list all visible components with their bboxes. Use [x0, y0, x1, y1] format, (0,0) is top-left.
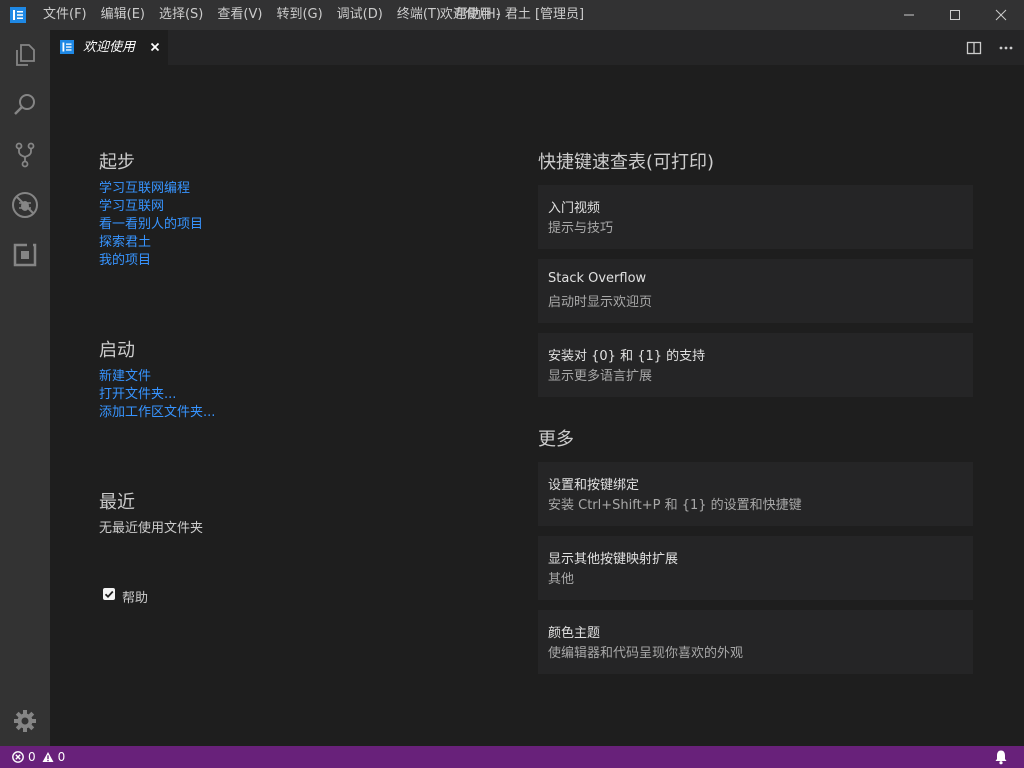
card-title: 安装对 {0} 和 {1} 的支持: [548, 349, 706, 364]
menu-selection[interactable]: 选择(S): [152, 0, 210, 30]
welcome-tab-icon: [60, 40, 74, 54]
error-count: 0: [28, 750, 36, 764]
warning-icon: [42, 752, 54, 762]
maximize-icon: [950, 10, 960, 20]
menu-edit[interactable]: 编辑(E): [94, 0, 152, 30]
menu-terminal[interactable]: 终端(T): [390, 0, 448, 30]
start-link-learn-web[interactable]: 学习互联网: [99, 195, 164, 214]
tab-welcome[interactable]: 欢迎使用: [50, 30, 168, 65]
card-title: 入门视频: [548, 201, 601, 216]
debug-icon: [12, 192, 38, 218]
add-workspace-folder-link[interactable]: 添加工作区文件夹...: [99, 401, 215, 420]
search-icon: [14, 94, 35, 115]
checkmark-icon: [104, 590, 114, 598]
recent-heading: 最近: [99, 492, 135, 513]
card-stack-overflow[interactable]: Stack Overflow 启动时显示欢迎页: [538, 259, 973, 323]
minimize-button[interactable]: [886, 0, 932, 30]
bell-icon: [995, 750, 1007, 765]
source-control-button[interactable]: [0, 130, 50, 180]
card-settings-keybindings[interactable]: 设置和按键绑定 安装 Ctrl+Shift+P 和 {1} 的设置和快捷键: [538, 462, 973, 526]
help-checkbox[interactable]: [103, 588, 115, 600]
card-title: Stack Overflow: [548, 271, 647, 286]
new-file-link[interactable]: 新建文件: [99, 365, 151, 384]
recent-empty-text: 无最近使用文件夹: [99, 521, 204, 536]
menu-bar: 文件(F) 编辑(E) 选择(S) 查看(V) 转到(G) 调试(D) 终端(T…: [36, 0, 508, 30]
card-color-theme[interactable]: 颜色主题 使编辑器和代码呈现你喜欢的外观: [538, 610, 973, 674]
explorer-button[interactable]: [0, 30, 50, 80]
more-actions-icon[interactable]: [997, 39, 1015, 57]
card-desc: 使编辑器和代码呈现你喜欢的外观: [548, 646, 744, 661]
status-bar: 0 0: [0, 746, 1024, 768]
close-tab-icon[interactable]: [148, 40, 162, 54]
menu-go[interactable]: 转到(G): [269, 0, 329, 30]
problems-indicator[interactable]: 0 0: [12, 746, 65, 768]
close-window-button[interactable]: [978, 0, 1024, 30]
manage-button[interactable]: [0, 696, 50, 746]
menu-file[interactable]: 文件(F): [36, 0, 94, 30]
card-desc: 其他: [548, 572, 575, 587]
menu-debug[interactable]: 调试(D): [330, 0, 390, 30]
shortcuts-heading: 快捷键速查表(可打印): [538, 152, 715, 173]
start-link-my-projects[interactable]: 我的项目: [99, 249, 151, 268]
source-control-icon: [15, 142, 35, 168]
debug-button[interactable]: [0, 180, 50, 230]
card-keymap-extensions[interactable]: 显示其他按键映射扩展 其他: [538, 536, 973, 600]
launch-heading: 启动: [99, 340, 135, 361]
card-desc: 显示更多语言扩展: [548, 369, 653, 384]
warning-count: 0: [57, 750, 66, 764]
close-icon: [995, 9, 1007, 21]
start-heading: 起步: [99, 152, 135, 173]
menu-view[interactable]: 查看(V): [210, 0, 269, 30]
more-heading: 更多: [538, 429, 574, 450]
welcome-page: 起步 学习互联网编程 学习互联网 看一看别人的项目 探索君土 我的项目 启动 新…: [50, 65, 1024, 746]
card-desc: 安装 Ctrl+Shift+P 和 {1} 的设置和快捷键: [548, 498, 802, 513]
card-title: 显示其他按键映射扩展: [548, 552, 679, 567]
activity-bar: [0, 30, 50, 746]
card-install-support[interactable]: 安装对 {0} 和 {1} 的支持 显示更多语言扩展: [538, 333, 973, 397]
tab-bar: 欢迎使用: [50, 30, 1024, 65]
card-desc: 提示与技巧: [548, 221, 614, 236]
maximize-button[interactable]: [932, 0, 978, 30]
extensions-button[interactable]: [0, 230, 50, 280]
menu-help[interactable]: 帮助(H): [448, 0, 508, 30]
files-icon: [16, 44, 35, 66]
split-editor-icon[interactable]: [965, 39, 983, 57]
open-folder-link[interactable]: 打开文件夹...: [99, 383, 176, 402]
card-desc: 启动时显示欢迎页: [548, 295, 653, 310]
extensions-icon: [13, 243, 37, 267]
minimize-icon: [904, 14, 914, 16]
help-checkbox-label: 帮助: [122, 591, 149, 606]
start-link-learn-web-programming[interactable]: 学习互联网编程: [99, 177, 190, 196]
app-logo-icon: [10, 7, 26, 23]
title-bar: 文件(F) 编辑(E) 选择(S) 查看(V) 转到(G) 调试(D) 终端(T…: [0, 0, 1024, 30]
gear-icon: [14, 710, 36, 732]
card-title: 颜色主题: [548, 626, 601, 641]
card-title: 设置和按键绑定: [548, 478, 640, 493]
start-link-others-projects[interactable]: 看一看别人的项目: [99, 213, 203, 232]
card-intro-videos[interactable]: 入门视频 提示与技巧: [538, 185, 973, 249]
search-button[interactable]: [0, 80, 50, 130]
error-icon: [12, 751, 24, 763]
start-link-explore[interactable]: 探索君土: [99, 231, 151, 250]
tab-label: 欢迎使用: [83, 40, 136, 55]
notifications-button[interactable]: [993, 746, 1009, 768]
